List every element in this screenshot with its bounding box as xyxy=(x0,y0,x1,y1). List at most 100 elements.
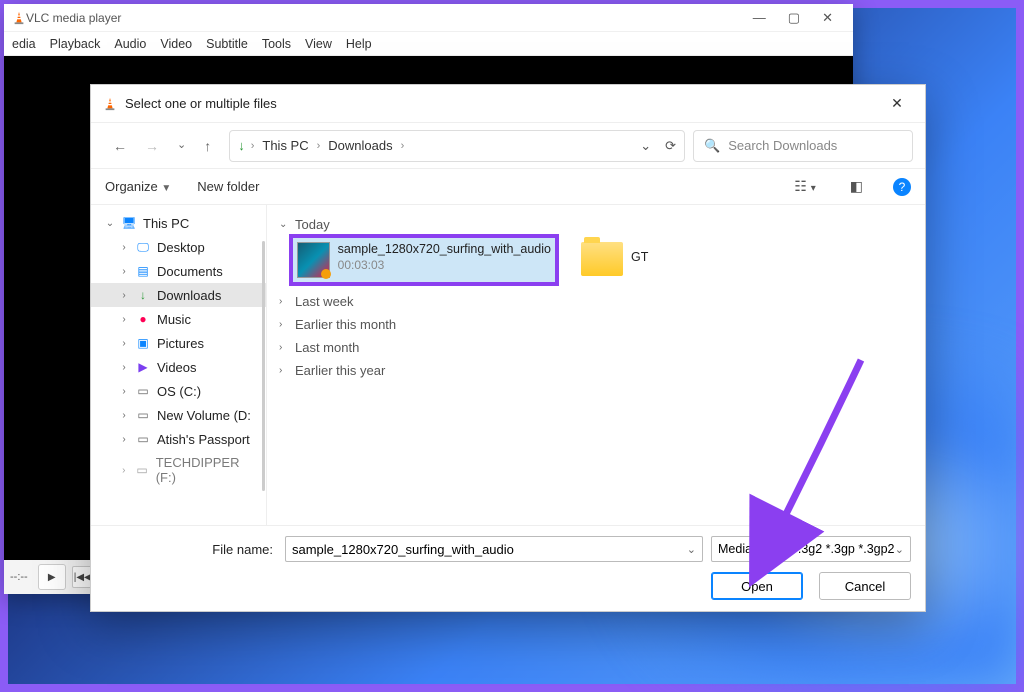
refresh-button[interactable]: ⟳ xyxy=(665,138,676,154)
chevron-down-icon: ⌄ xyxy=(105,218,115,229)
chevron-right-icon: › xyxy=(119,434,129,445)
address-dropdown[interactable]: ⌄ xyxy=(640,138,651,154)
close-button[interactable]: ✕ xyxy=(822,10,833,26)
chevron-down-icon[interactable]: ⌄ xyxy=(687,543,696,556)
vlc-cone-icon xyxy=(103,97,117,111)
preview-pane-button[interactable]: ◧ xyxy=(846,178,867,195)
chevron-down-icon: ⌄ xyxy=(895,543,904,556)
search-icon: 🔍 xyxy=(704,138,720,154)
sidebar: ⌄ 🖥 This PC ›🖵Desktop ›▤Documents ›↓Down… xyxy=(91,205,267,525)
filename-input[interactable]: sample_1280x720_surfing_with_audio ⌄ xyxy=(285,536,703,562)
chevron-right-icon: › xyxy=(251,140,255,152)
file-item-folder[interactable]: GT xyxy=(577,238,717,280)
chevron-right-icon: › xyxy=(119,338,129,349)
play-button[interactable]: ▶ xyxy=(38,564,66,590)
dialog-footer: File name: sample_1280x720_surfing_with_… xyxy=(91,525,925,611)
group-today[interactable]: ⌄Today xyxy=(277,213,915,236)
chevron-right-icon: › xyxy=(279,365,289,376)
menu-playback[interactable]: Playback xyxy=(44,34,107,54)
chevron-right-icon: › xyxy=(119,290,129,301)
sidebar-item-label: Videos xyxy=(157,360,197,375)
menu-view[interactable]: View xyxy=(299,34,338,54)
vlc-menubar: edia Playback Audio Video Subtitle Tools… xyxy=(4,32,853,56)
organize-menu[interactable]: Organize ▼ xyxy=(105,179,171,194)
menu-audio[interactable]: Audio xyxy=(108,34,152,54)
menu-media[interactable]: edia xyxy=(6,34,42,54)
file-duration: 00:03:03 xyxy=(338,258,551,273)
new-folder-button[interactable]: New folder xyxy=(197,179,259,194)
nav-recent-button[interactable]: ⌄ xyxy=(171,134,192,158)
breadcrumb-root[interactable]: This PC xyxy=(260,138,310,153)
sidebar-item-label: TECHDIPPER (F:) xyxy=(156,455,258,485)
group-earlier-year[interactable]: ›Earlier this year xyxy=(277,359,915,382)
group-last-month[interactable]: ›Last month xyxy=(277,336,915,359)
chevron-right-icon: › xyxy=(279,342,289,353)
nav-up-button[interactable]: ↑ xyxy=(198,134,217,158)
sidebar-item-this-pc[interactable]: ⌄ 🖥 This PC xyxy=(91,211,266,235)
dialog-nav: ← → ⌄ ↑ ↓ › This PC › Downloads › ⌄ ⟳ 🔍 … xyxy=(91,123,925,169)
chevron-right-icon: › xyxy=(401,140,405,152)
chevron-right-icon: › xyxy=(119,242,129,253)
chevron-right-icon: › xyxy=(317,140,321,152)
drive-icon: ▭ xyxy=(135,462,150,478)
sidebar-item-desktop[interactable]: ›🖵Desktop xyxy=(91,235,266,259)
address-bar[interactable]: ↓ › This PC › Downloads › ⌄ ⟳ xyxy=(229,130,685,162)
documents-icon: ▤ xyxy=(135,263,151,279)
search-placeholder: Search Downloads xyxy=(728,138,837,153)
sidebar-item-techdipper[interactable]: › ▭ TECHDIPPER (F:) xyxy=(91,451,266,489)
menu-tools[interactable]: Tools xyxy=(256,34,297,54)
nav-back-button[interactable]: ← xyxy=(107,134,133,158)
sidebar-item-new-volume[interactable]: ›▭New Volume (D: xyxy=(91,403,266,427)
filename-value: sample_1280x720_surfing_with_audio xyxy=(292,542,514,557)
group-last-week[interactable]: ›Last week xyxy=(277,290,915,313)
cancel-button[interactable]: Cancel xyxy=(819,572,911,600)
sidebar-item-label: New Volume (D: xyxy=(157,408,251,423)
file-list: ⌄Today sample_1280x720_surfing_with_audi… xyxy=(267,205,925,525)
sidebar-item-pictures[interactable]: ›▣Pictures xyxy=(91,331,266,355)
open-button[interactable]: Open xyxy=(711,572,803,600)
sidebar-item-videos[interactable]: ›▶Videos xyxy=(91,355,266,379)
filter-text: Media Files ( *.3g2 *.3gp *.3gp2 xyxy=(718,542,895,556)
filename-label: File name: xyxy=(105,542,277,557)
sidebar-item-label: Downloads xyxy=(157,288,221,303)
nav-forward-button[interactable]: → xyxy=(139,134,165,158)
dialog-title: Select one or multiple files xyxy=(125,96,277,111)
menu-video[interactable]: Video xyxy=(154,34,198,54)
chevron-right-icon: › xyxy=(279,319,289,330)
folder-icon xyxy=(581,242,623,276)
sidebar-item-label: Documents xyxy=(157,264,223,279)
chevron-right-icon: › xyxy=(279,296,289,307)
music-icon: ● xyxy=(135,311,151,327)
chevron-right-icon: › xyxy=(119,465,129,476)
file-item-video[interactable]: sample_1280x720_surfing_with_audio 00:03… xyxy=(293,238,555,282)
sidebar-item-os-c[interactable]: ›▭OS (C:) xyxy=(91,379,266,403)
sidebar-item-documents[interactable]: ›▤Documents xyxy=(91,259,266,283)
group-earlier-month[interactable]: ›Earlier this month xyxy=(277,313,915,336)
dialog-titlebar: Select one or multiple files ✕ xyxy=(91,85,925,123)
sidebar-item-music[interactable]: › ● Music xyxy=(91,307,266,331)
sidebar-item-label: This PC xyxy=(143,216,189,231)
file-type-filter[interactable]: Media Files ( *.3g2 *.3gp *.3gp2 ⌄ xyxy=(711,536,911,562)
sidebar-item-passport[interactable]: ›▭Atish's Passport xyxy=(91,427,266,451)
dialog-close-button[interactable]: ✕ xyxy=(881,95,913,112)
file-name: sample_1280x720_surfing_with_audio xyxy=(338,242,551,258)
minimize-button[interactable]: — xyxy=(753,10,766,26)
sidebar-item-label: OS (C:) xyxy=(157,384,201,399)
chevron-right-icon: › xyxy=(119,386,129,397)
videos-icon: ▶ xyxy=(135,359,151,375)
maximize-button[interactable]: ▢ xyxy=(788,10,800,26)
breadcrumb-folder[interactable]: Downloads xyxy=(326,138,394,153)
menu-subtitle[interactable]: Subtitle xyxy=(200,34,254,54)
sidebar-item-downloads[interactable]: ›↓Downloads xyxy=(91,283,266,307)
sidebar-item-label: Music xyxy=(157,312,191,327)
menu-help[interactable]: Help xyxy=(340,34,378,54)
timecode: --:-- xyxy=(10,571,32,583)
vlc-title: VLC media player xyxy=(26,11,121,25)
folder-name: GT xyxy=(631,250,648,264)
file-open-dialog: Select one or multiple files ✕ ← → ⌄ ↑ ↓… xyxy=(90,84,926,612)
help-button[interactable]: ? xyxy=(893,178,911,196)
search-input[interactable]: 🔍 Search Downloads xyxy=(693,130,913,162)
chevron-right-icon: › xyxy=(119,314,129,325)
view-options-button[interactable]: ☷ ▾ xyxy=(790,178,819,195)
desktop-icon: 🖵 xyxy=(135,239,151,255)
